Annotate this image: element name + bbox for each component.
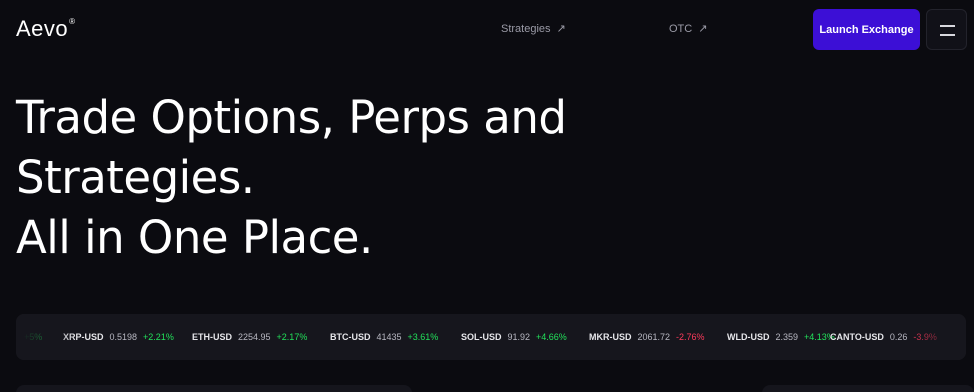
nav-link-label: OTC: [669, 22, 693, 35]
ticker-price: 0.26: [889, 332, 908, 342]
ticker-symbol: BTC-USD: [330, 332, 371, 342]
external-arrow-icon: ↗: [556, 23, 566, 35]
ticker-track: +5% XRP-USD 0.5198 +2.21% ETH-USD 2254.9…: [16, 314, 966, 360]
top-navigation: Aevo ® Strategies ↗ OTC ↗ Launch Exchang…: [0, 0, 974, 58]
nav-link-otc[interactable]: OTC ↗: [669, 22, 708, 36]
ticker-item[interactable]: BTC-USD 41435 +3.61%: [330, 332, 438, 342]
ticker-change: -3.9%: [913, 332, 937, 342]
ticker-price: 0.5198: [109, 332, 138, 342]
ticker-symbol: XRP-USD: [63, 332, 104, 342]
brand-name: Aevo: [16, 16, 69, 41]
ticker-change: +3.61%: [407, 332, 439, 342]
menu-button[interactable]: [926, 9, 967, 50]
ticker-price: 2.359: [775, 332, 799, 342]
ticker-item[interactable]: ETH-USD 2254.95 +2.17%: [192, 332, 307, 342]
launch-exchange-button[interactable]: Launch Exchange: [813, 9, 920, 50]
hero-line: Strategies.: [16, 151, 255, 204]
ticker-price: 41435: [376, 332, 402, 342]
nav-link-label: Strategies: [501, 22, 551, 35]
ticker-price: 91.92: [507, 332, 531, 342]
external-arrow-icon: ↗: [698, 23, 708, 35]
ticker-item[interactable]: MKR-USD 2061.72 -2.76%: [589, 332, 705, 342]
hero-line: Trade Options, Perps and: [16, 91, 567, 144]
ticker-change: +2.21%: [143, 332, 174, 342]
hero-line: All in One Place.: [16, 211, 373, 264]
ticker-symbol: SOL-USD: [461, 332, 502, 342]
ticker-symbol: CANTO-USD: [830, 332, 884, 342]
ticker-symbol: MKR-USD: [589, 332, 632, 342]
ticker-item[interactable]: SOL-USD 91.92 +4.66%: [461, 332, 567, 342]
ticker-item[interactable]: CANTO-USD 0.26 -3.9%: [830, 332, 937, 342]
aevo-logo[interactable]: Aevo ®: [16, 16, 76, 42]
content-card: [762, 385, 974, 392]
ticker-symbol: ETH-USD: [192, 332, 232, 342]
ticker-price: 2254.95: [238, 332, 271, 342]
registered-mark: ®: [69, 17, 76, 26]
ticker-symbol: WLD-USD: [727, 332, 770, 342]
price-ticker: +5% XRP-USD 0.5198 +2.21% ETH-USD 2254.9…: [16, 314, 966, 360]
nav-link-strategies[interactable]: Strategies ↗: [501, 22, 566, 36]
ticker-item[interactable]: XRP-USD 0.5198 +2.21%: [63, 332, 174, 342]
ticker-item[interactable]: +5%: [24, 332, 42, 342]
hamburger-menu-icon: [940, 25, 955, 27]
content-card: [16, 385, 412, 392]
hero-headline: Trade Options, Perps and Strategies. All…: [16, 88, 716, 268]
hamburger-menu-icon: [940, 34, 955, 36]
ticker-change: -2.76%: [676, 332, 705, 342]
ticker-change: +5%: [24, 332, 43, 342]
ticker-change: +4.66%: [536, 332, 567, 342]
ticker-change: +2.17%: [276, 332, 308, 342]
ticker-item[interactable]: WLD-USD 2.359 +4.13%: [727, 332, 835, 342]
ticker-price: 2061.72: [637, 332, 671, 342]
